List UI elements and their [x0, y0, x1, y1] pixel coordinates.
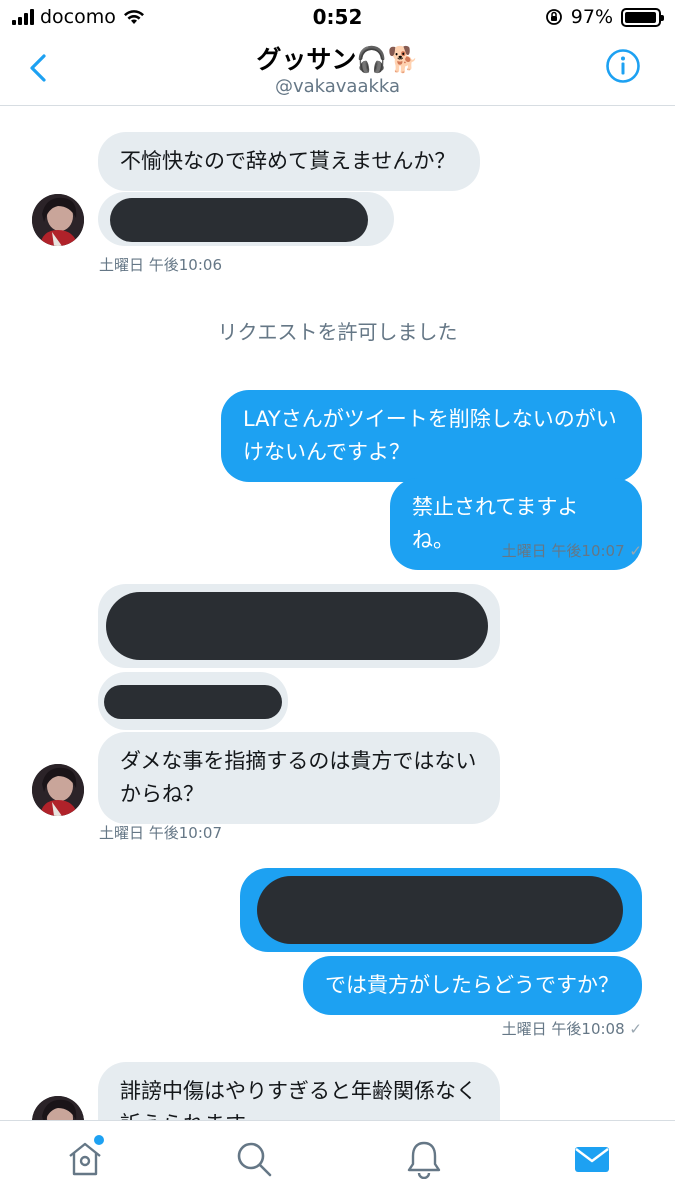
tab-messages[interactable]: [572, 1139, 612, 1179]
messages-icon: [575, 1147, 609, 1172]
tab-bar: [0, 1120, 675, 1200]
status-bar: docomo 0:52 97%: [0, 0, 675, 34]
redaction-bar: [104, 685, 282, 719]
message-timestamp: 土曜日 午後10:07: [99, 824, 222, 842]
message-timestamp: 土曜日 午後10:06: [99, 256, 222, 274]
tab-notifications[interactable]: [404, 1139, 444, 1179]
message-list[interactable]: 不愉快なので辞めて貰えませんか？ 土曜日 午後10:06 リクエストを許可しまし…: [0, 106, 675, 1120]
request-accepted-notice: リクエストを許可しました: [217, 320, 458, 344]
redaction-bar: [110, 198, 368, 242]
battery-level: [625, 11, 657, 23]
avatar[interactable]: [32, 1096, 84, 1120]
timestamp-text: 土曜日 午後10:07: [501, 542, 625, 560]
conversation-title[interactable]: グッサン🎧🐕: [0, 40, 675, 76]
battery-percent: 97%: [570, 6, 613, 28]
conversation-header: グッサン🎧🐕 @vakavaakka: [0, 34, 675, 106]
avatar[interactable]: [32, 194, 84, 246]
unread-dot: [94, 1135, 104, 1145]
notifications-icon: [407, 1141, 441, 1179]
avatar[interactable]: [32, 764, 84, 816]
timestamp-text: 土曜日 午後10:08: [501, 1020, 625, 1038]
redaction-bar: [257, 876, 623, 944]
battery-group: 97%: [545, 6, 664, 28]
home-icon: [69, 1142, 101, 1176]
battery-icon: [621, 7, 664, 27]
info-icon: [606, 49, 640, 83]
rotation-lock-icon: [545, 9, 562, 25]
redaction-bar: [106, 592, 488, 660]
message-bubble-outgoing-redacted[interactable]: [240, 868, 642, 952]
message-timestamp: 土曜日 午後10:07 ✓: [502, 540, 642, 561]
tab-home[interactable]: [65, 1139, 105, 1179]
message-bubble-incoming[interactable]: 不愉快なので辞めて貰えませんか？: [98, 132, 480, 191]
message-bubble-incoming-redacted[interactable]: [98, 192, 394, 246]
message-bubble-incoming[interactable]: ダメな事を指摘するのは貴方ではないからね？: [98, 732, 500, 824]
message-bubble-outgoing[interactable]: LAYさんがツイートを削除しないのがいけないんですよ？: [221, 390, 642, 482]
conversation-handle[interactable]: @vakavaakka: [0, 76, 675, 97]
tab-search[interactable]: [234, 1139, 274, 1179]
message-bubble-outgoing[interactable]: では貴方がしたらどうですか？: [303, 956, 642, 1015]
message-bubble-incoming-redacted[interactable]: [98, 672, 288, 730]
read-check-icon: ✓: [629, 542, 642, 560]
read-check-icon: ✓: [629, 1020, 642, 1038]
message-bubble-incoming[interactable]: 誹謗中傷はやりすぎると年齢関係なく訴えられます: [98, 1062, 500, 1120]
search-icon: [237, 1142, 272, 1177]
message-timestamp: 土曜日 午後10:08 ✓: [502, 1018, 642, 1039]
message-bubble-incoming-redacted[interactable]: [98, 584, 500, 668]
info-button[interactable]: [605, 48, 641, 84]
